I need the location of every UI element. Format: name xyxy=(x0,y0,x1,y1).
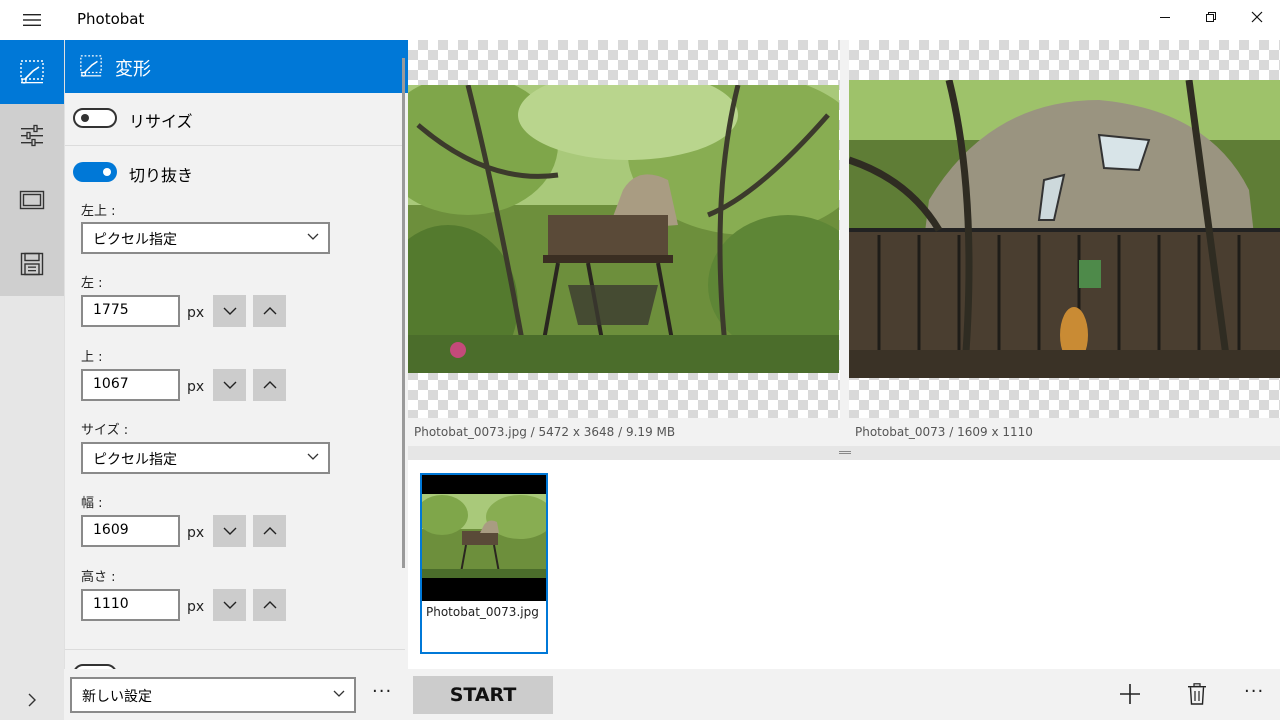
left-increment-button[interactable] xyxy=(253,295,286,327)
anchor-label: 左上 : xyxy=(81,204,116,219)
add-file-button[interactable] xyxy=(1117,681,1143,707)
chevron-up-icon xyxy=(263,527,276,535)
start-button[interactable]: START xyxy=(413,676,553,714)
preview-splitter[interactable] xyxy=(408,446,1280,460)
close-button[interactable] xyxy=(1234,0,1280,34)
height-unit: px xyxy=(187,599,205,615)
resize-toggle[interactable] xyxy=(73,108,117,128)
navigation-rail xyxy=(0,40,64,720)
frame-icon xyxy=(19,190,45,210)
restore-icon xyxy=(1206,12,1216,22)
width-unit: px xyxy=(187,525,205,541)
grip-icon xyxy=(839,451,851,454)
close-icon xyxy=(1251,11,1263,23)
adjust-sliders-icon xyxy=(21,124,43,147)
chevron-down-icon xyxy=(223,601,236,609)
hamburger-menu-button[interactable] xyxy=(0,0,64,40)
rail-item-frame[interactable] xyxy=(0,168,64,232)
expand-pane-button[interactable] xyxy=(22,690,42,710)
restore-button[interactable] xyxy=(1188,0,1234,34)
height-increment-button[interactable] xyxy=(253,589,286,621)
file-item[interactable]: Photobat_0073.jpg xyxy=(420,473,548,654)
width-decrement-button[interactable] xyxy=(213,515,246,547)
height-label: 高さ : xyxy=(81,570,116,585)
left-unit: px xyxy=(187,305,205,321)
left-input[interactable]: 1775 xyxy=(81,295,180,327)
height-input[interactable]: 1110 xyxy=(81,589,180,621)
delete-file-button[interactable] xyxy=(1184,681,1210,707)
file-thumbnail xyxy=(422,475,546,601)
original-caption: Photobat_0073.jpg / 5472 x 3648 / 9.19 M… xyxy=(408,418,840,446)
chevron-down-icon xyxy=(307,453,319,460)
top-unit: px xyxy=(187,379,205,395)
chevron-down-icon xyxy=(223,307,236,315)
result-photo xyxy=(849,80,1280,378)
bottom-command-bar: START ··· xyxy=(408,669,1280,720)
chevron-up-icon xyxy=(263,381,276,389)
minimize-button[interactable] xyxy=(1142,0,1188,34)
left-label: 左 : xyxy=(81,276,103,291)
resize-label: リサイズ xyxy=(129,112,193,131)
transform-icon xyxy=(20,60,44,84)
crop-label: 切り抜き xyxy=(129,166,194,185)
height-decrement-button[interactable] xyxy=(213,589,246,621)
transform-settings-panel: 変形 リサイズ 切り抜き 左上 : ピクセル指定 左 : 1775 px 上 :… xyxy=(64,40,408,720)
rail-item-transform[interactable] xyxy=(0,40,64,104)
add-icon xyxy=(1120,684,1140,704)
chevron-up-icon xyxy=(263,307,276,315)
panel-title: 変形 xyxy=(115,59,151,80)
top-label: 上 : xyxy=(81,350,103,365)
transform-icon xyxy=(80,55,102,77)
title-bar: Photobat xyxy=(0,0,1280,40)
chevron-down-icon xyxy=(223,381,236,389)
chevron-right-icon xyxy=(28,693,36,707)
width-increment-button[interactable] xyxy=(253,515,286,547)
chevron-up-icon xyxy=(263,601,276,609)
original-preview xyxy=(408,40,840,418)
panel-footer: 新しい設定 ··· xyxy=(64,669,408,720)
trash-icon xyxy=(1188,683,1206,705)
rail-item-save-format[interactable] xyxy=(0,232,64,296)
minimize-icon xyxy=(1160,17,1170,18)
anchor-select[interactable]: ピクセル指定 xyxy=(81,222,330,254)
chevron-down-icon xyxy=(333,690,345,697)
preset-select[interactable]: 新しい設定 xyxy=(70,677,356,713)
panel-scrollbar[interactable] xyxy=(402,58,405,568)
top-decrement-button[interactable] xyxy=(213,369,246,401)
result-caption: Photobat_0073 / 1609 x 1110 xyxy=(849,418,1280,446)
chevron-down-icon xyxy=(307,233,319,240)
top-input[interactable]: 1067 xyxy=(81,369,180,401)
width-input[interactable]: 1609 xyxy=(81,515,180,547)
file-name: Photobat_0073.jpg xyxy=(426,605,539,619)
save-format-icon xyxy=(20,252,44,276)
top-increment-button[interactable] xyxy=(253,369,286,401)
original-photo xyxy=(408,85,839,373)
more-options-button[interactable]: ··· xyxy=(1244,681,1264,702)
result-preview xyxy=(849,40,1280,418)
size-select[interactable]: ピクセル指定 xyxy=(81,442,330,474)
preset-more-button[interactable]: ··· xyxy=(372,681,392,702)
width-label: 幅 : xyxy=(81,496,103,511)
size-label: サイズ : xyxy=(81,423,129,438)
chevron-down-icon xyxy=(223,527,236,535)
rail-item-adjust[interactable] xyxy=(0,104,64,168)
file-list: Photobat_0073.jpg xyxy=(408,460,1280,669)
crop-toggle[interactable] xyxy=(73,162,117,182)
left-decrement-button[interactable] xyxy=(213,295,246,327)
app-title: Photobat xyxy=(77,10,145,28)
hamburger-icon xyxy=(23,14,41,26)
panel-header: 変形 xyxy=(65,40,408,93)
